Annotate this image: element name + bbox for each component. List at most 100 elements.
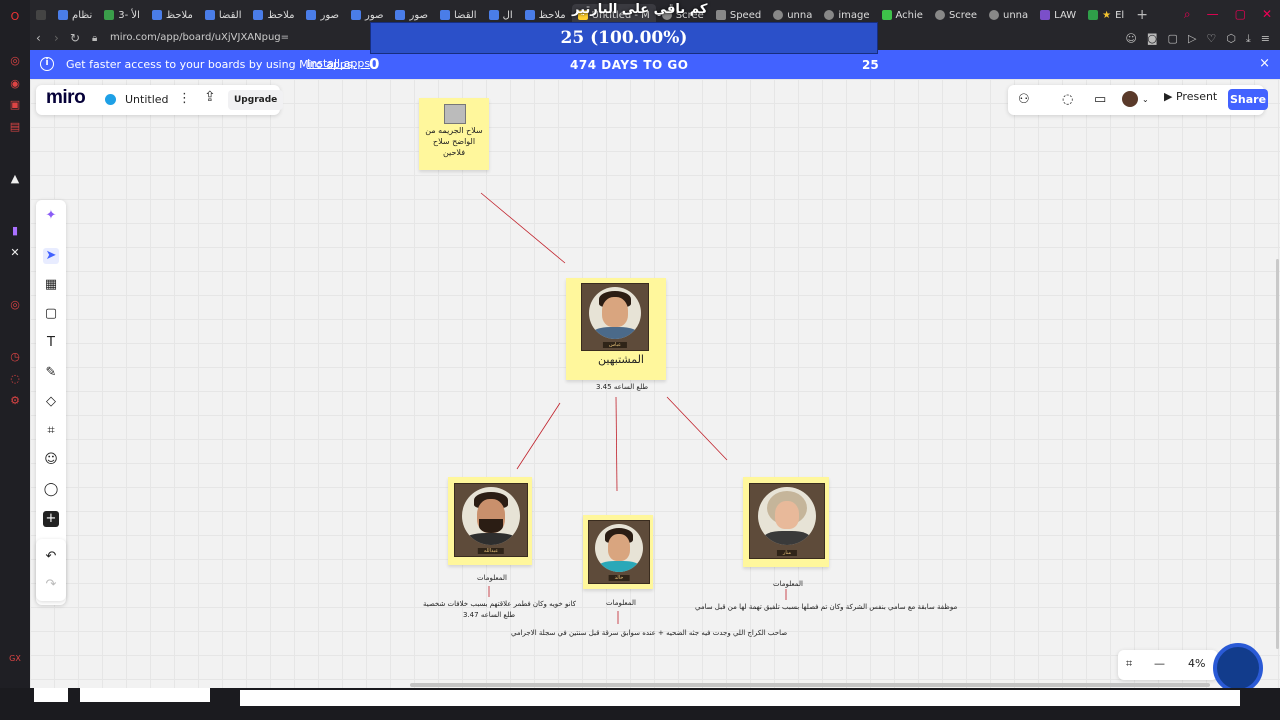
sticky-note-icon[interactable]: ▢ xyxy=(43,306,59,322)
pen-icon[interactable]: ✎ xyxy=(43,365,59,381)
left-info-label: المعلومات xyxy=(477,574,507,582)
sticky-note-khaled[interactable]: خالد xyxy=(583,515,653,589)
extensions-icon[interactable]: ⬡ xyxy=(1226,32,1236,46)
sidebar-app-icon[interactable]: ◎ xyxy=(7,52,23,68)
tab[interactable]: ملاحظ xyxy=(247,4,300,26)
x-icon[interactable]: ✕ xyxy=(7,244,23,260)
shapes-icon[interactable]: ◇ xyxy=(43,394,59,410)
tab[interactable]: LAW xyxy=(1034,4,1082,26)
tab-label: Achie xyxy=(895,9,923,21)
lock-icon: 🔒︎ xyxy=(92,33,98,44)
taskbar-item[interactable] xyxy=(80,688,210,702)
taskbar-item[interactable] xyxy=(34,688,68,702)
horizontal-scrollbar[interactable] xyxy=(410,683,1210,687)
sidebar-app-icon[interactable]: ◉ xyxy=(7,75,23,91)
tab-label: القضا xyxy=(218,9,242,21)
frame-icon[interactable]: ⌗ xyxy=(43,423,59,439)
emoji-icon[interactable]: ☺ xyxy=(1125,32,1136,46)
sidebar-app-icon[interactable]: ▤ xyxy=(7,118,23,134)
url-field[interactable]: miro.com/app/board/uXjVJXANpug= xyxy=(110,32,289,43)
doc-icon xyxy=(395,10,406,20)
tab[interactable]: ملاحظ xyxy=(146,4,199,26)
chat-icon[interactable]: ◌ xyxy=(1062,92,1073,107)
tab[interactable]: القضا xyxy=(199,4,248,26)
tab[interactable]: Achie xyxy=(876,4,929,26)
chevron-down-icon[interactable]: ⌄ xyxy=(1142,95,1149,104)
sticky-note-abdullah[interactable]: عبدالله xyxy=(448,477,532,565)
text-tool-icon[interactable]: T xyxy=(43,335,59,351)
export-icon[interactable]: ⇪ xyxy=(204,89,216,105)
address-tools: ☺ ◙ ▢ ▷ ♡ ⬡ ⤓ ≡ xyxy=(1125,32,1270,46)
center-time: طلع الساعه 3.45 xyxy=(596,383,649,391)
new-tab-button[interactable]: + xyxy=(1136,7,1148,23)
sticky-note-weapon[interactable]: سلاح الجريمه من الواضح سلاح فلاحين xyxy=(419,98,489,170)
sticky-note-manar[interactable]: منار xyxy=(743,477,829,567)
maximize-icon[interactable]: ▢ xyxy=(1235,7,1246,22)
sidebar-app-icon[interactable]: GX xyxy=(7,650,23,666)
install-apps-link[interactable]: Install apps xyxy=(307,57,370,70)
tab[interactable]: نظام xyxy=(52,4,98,26)
tab-label: Speed xyxy=(729,9,762,21)
sticky-note-text: سلاح الجريمه من الواضح سلاح فلاحين xyxy=(425,126,483,157)
download-icon[interactable]: ⤓ xyxy=(1246,32,1251,46)
avatar[interactable] xyxy=(1122,91,1138,107)
tab[interactable]: 3- الأ xyxy=(98,4,146,26)
info-icon: i xyxy=(40,57,54,71)
history-icon[interactable]: ◷ xyxy=(7,348,23,364)
miro-logo[interactable]: miro xyxy=(46,87,86,109)
zoom-out-icon[interactable]: — xyxy=(1154,657,1165,670)
back-icon[interactable]: ‹ xyxy=(36,31,41,45)
tab[interactable]: unna xyxy=(983,4,1034,26)
close-banner-icon[interactable]: × xyxy=(1259,56,1270,71)
search-icon[interactable]: ⌕ xyxy=(1184,7,1191,22)
settings-icon[interactable]: ⚙ xyxy=(7,392,23,408)
play-icon[interactable]: ▷ xyxy=(1188,32,1196,46)
sidebar-app-icon[interactable]: ▣ xyxy=(7,96,23,112)
comment-icon[interactable]: ◯ xyxy=(43,482,59,498)
more-options-icon[interactable]: ⋮ xyxy=(178,91,191,106)
miro-board-canvas[interactable]: سلاح الجريمه من الواضح سلاح فلاحين عباس … xyxy=(30,79,1280,688)
sidebar-app-icon[interactable]: ◎ xyxy=(7,296,23,312)
minimize-icon[interactable]: — xyxy=(1207,7,1219,22)
connector-lines xyxy=(480,192,787,624)
close-icon[interactable]: ✕ xyxy=(1262,7,1272,22)
taskbar-item[interactable] xyxy=(240,690,1240,706)
present-button[interactable]: ▶ Present xyxy=(1164,90,1217,103)
sidebar-app-icon[interactable]: ▲ xyxy=(7,170,23,186)
portrait-circle xyxy=(595,524,643,572)
window-controls: ⌕ — ▢ ✕ xyxy=(1184,7,1272,22)
board-title[interactable]: Untitled xyxy=(125,93,169,106)
forward-icon[interactable]: › xyxy=(54,31,59,45)
camera-icon[interactable]: ◙ xyxy=(1147,32,1158,46)
reload-icon[interactable]: ↻ xyxy=(70,31,80,45)
ai-sparkle-icon[interactable]: ✦ xyxy=(43,208,59,224)
upgrade-button[interactable]: Upgrade xyxy=(228,90,284,110)
tab[interactable]: صور xyxy=(300,4,345,26)
opera-logo-icon[interactable]: O xyxy=(7,8,23,24)
help-icon[interactable] xyxy=(1213,643,1263,688)
snapshot-icon[interactable]: ▢ xyxy=(1168,32,1178,46)
share-button[interactable]: Share xyxy=(1228,89,1268,110)
add-more-icon[interactable]: + xyxy=(43,511,59,527)
left-info-time: طلع الساعه 3.47 xyxy=(463,611,516,619)
emoji-sticker-icon[interactable]: ☺ xyxy=(43,452,59,468)
tab[interactable]: ★ El xyxy=(1082,4,1130,26)
twitch-icon[interactable]: ▮ xyxy=(7,222,23,238)
globe-icon xyxy=(934,10,945,20)
board-header-panel: miro Untitled ⋮ ⇪ Upgrade xyxy=(36,85,284,115)
tab[interactable] xyxy=(30,4,52,26)
video-icon[interactable]: ▭ xyxy=(1094,92,1106,107)
undo-icon[interactable]: ↶ xyxy=(43,549,59,565)
taskbar xyxy=(0,688,1280,720)
reactions-icon[interactable]: ⚇ xyxy=(1018,92,1030,107)
sidebar-app-icon[interactable]: ◌ xyxy=(7,370,23,386)
fit-screen-icon[interactable]: ⌗ xyxy=(1126,657,1132,671)
heart-icon[interactable]: ♡ xyxy=(1206,32,1216,46)
redo-icon[interactable]: ↷ xyxy=(43,577,59,593)
tab[interactable]: Scree xyxy=(929,4,983,26)
vertical-scrollbar[interactable] xyxy=(1276,259,1279,649)
zoom-level[interactable]: 4% xyxy=(1188,657,1205,670)
select-tool-icon[interactable]: ➤ xyxy=(43,248,59,264)
templates-icon[interactable]: ▦ xyxy=(43,277,59,293)
menu-icon[interactable]: ≡ xyxy=(1261,32,1270,46)
